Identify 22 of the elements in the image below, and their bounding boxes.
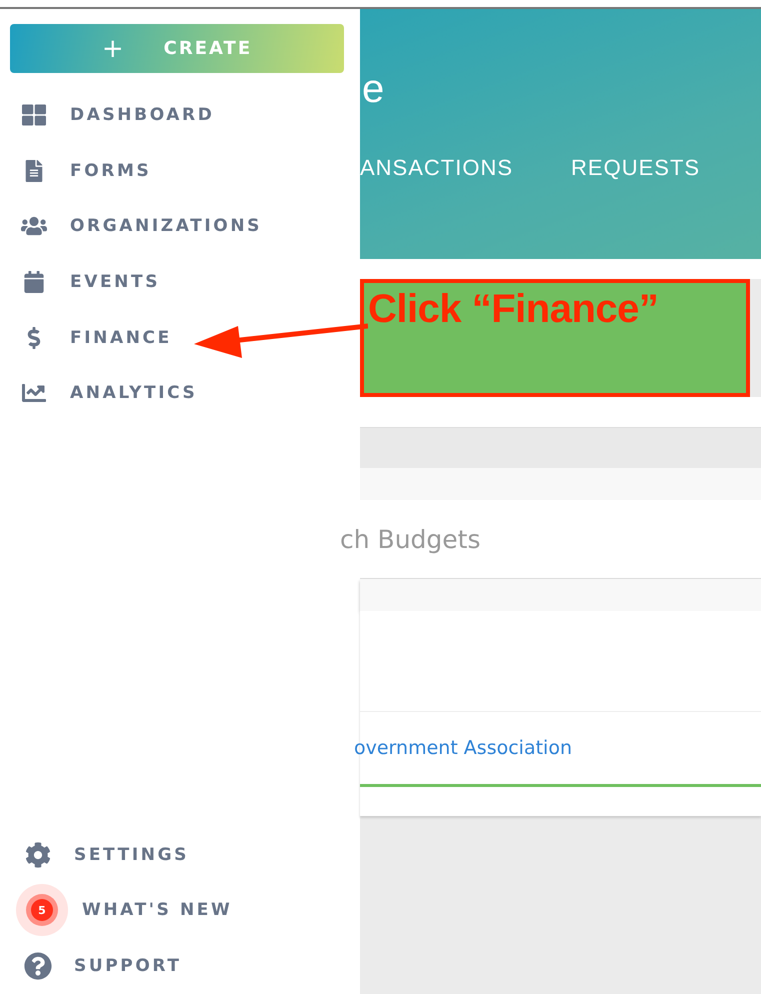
nav-item[interactable]: FORMS xyxy=(70,160,152,181)
dashboard-icon xyxy=(22,102,46,127)
create-button[interactable]: + CREATE xyxy=(10,24,344,73)
header-tab[interactable]: ANSACTIONS xyxy=(360,155,514,181)
settings-icon xyxy=(25,842,51,868)
budgets-title: ch Budgets xyxy=(340,524,480,554)
nav-item[interactable]: SETTINGS xyxy=(74,844,189,865)
annotation-text: Click “Finance” xyxy=(368,287,658,331)
events-icon xyxy=(23,270,45,293)
page-title: e xyxy=(362,69,384,109)
nav-item[interactable]: FINANCE xyxy=(70,328,172,348)
notification-badge: 5 xyxy=(31,899,53,922)
nav-item[interactable]: ANALYTICS xyxy=(70,383,198,404)
forms-icon xyxy=(23,160,45,182)
support-icon xyxy=(24,952,52,980)
nav-item[interactable]: WHAT'S NEW xyxy=(82,900,232,920)
nav-item[interactable]: SUPPORT xyxy=(74,956,182,976)
header-tab[interactable]: REQUESTS xyxy=(571,155,700,181)
nav-item[interactable]: ORGANIZATIONS xyxy=(70,216,262,236)
nav-item[interactable]: EVENTS xyxy=(70,272,160,292)
nav-item[interactable]: DASHBOARD xyxy=(70,104,214,125)
organization-link[interactable]: overnment Association xyxy=(354,737,572,759)
